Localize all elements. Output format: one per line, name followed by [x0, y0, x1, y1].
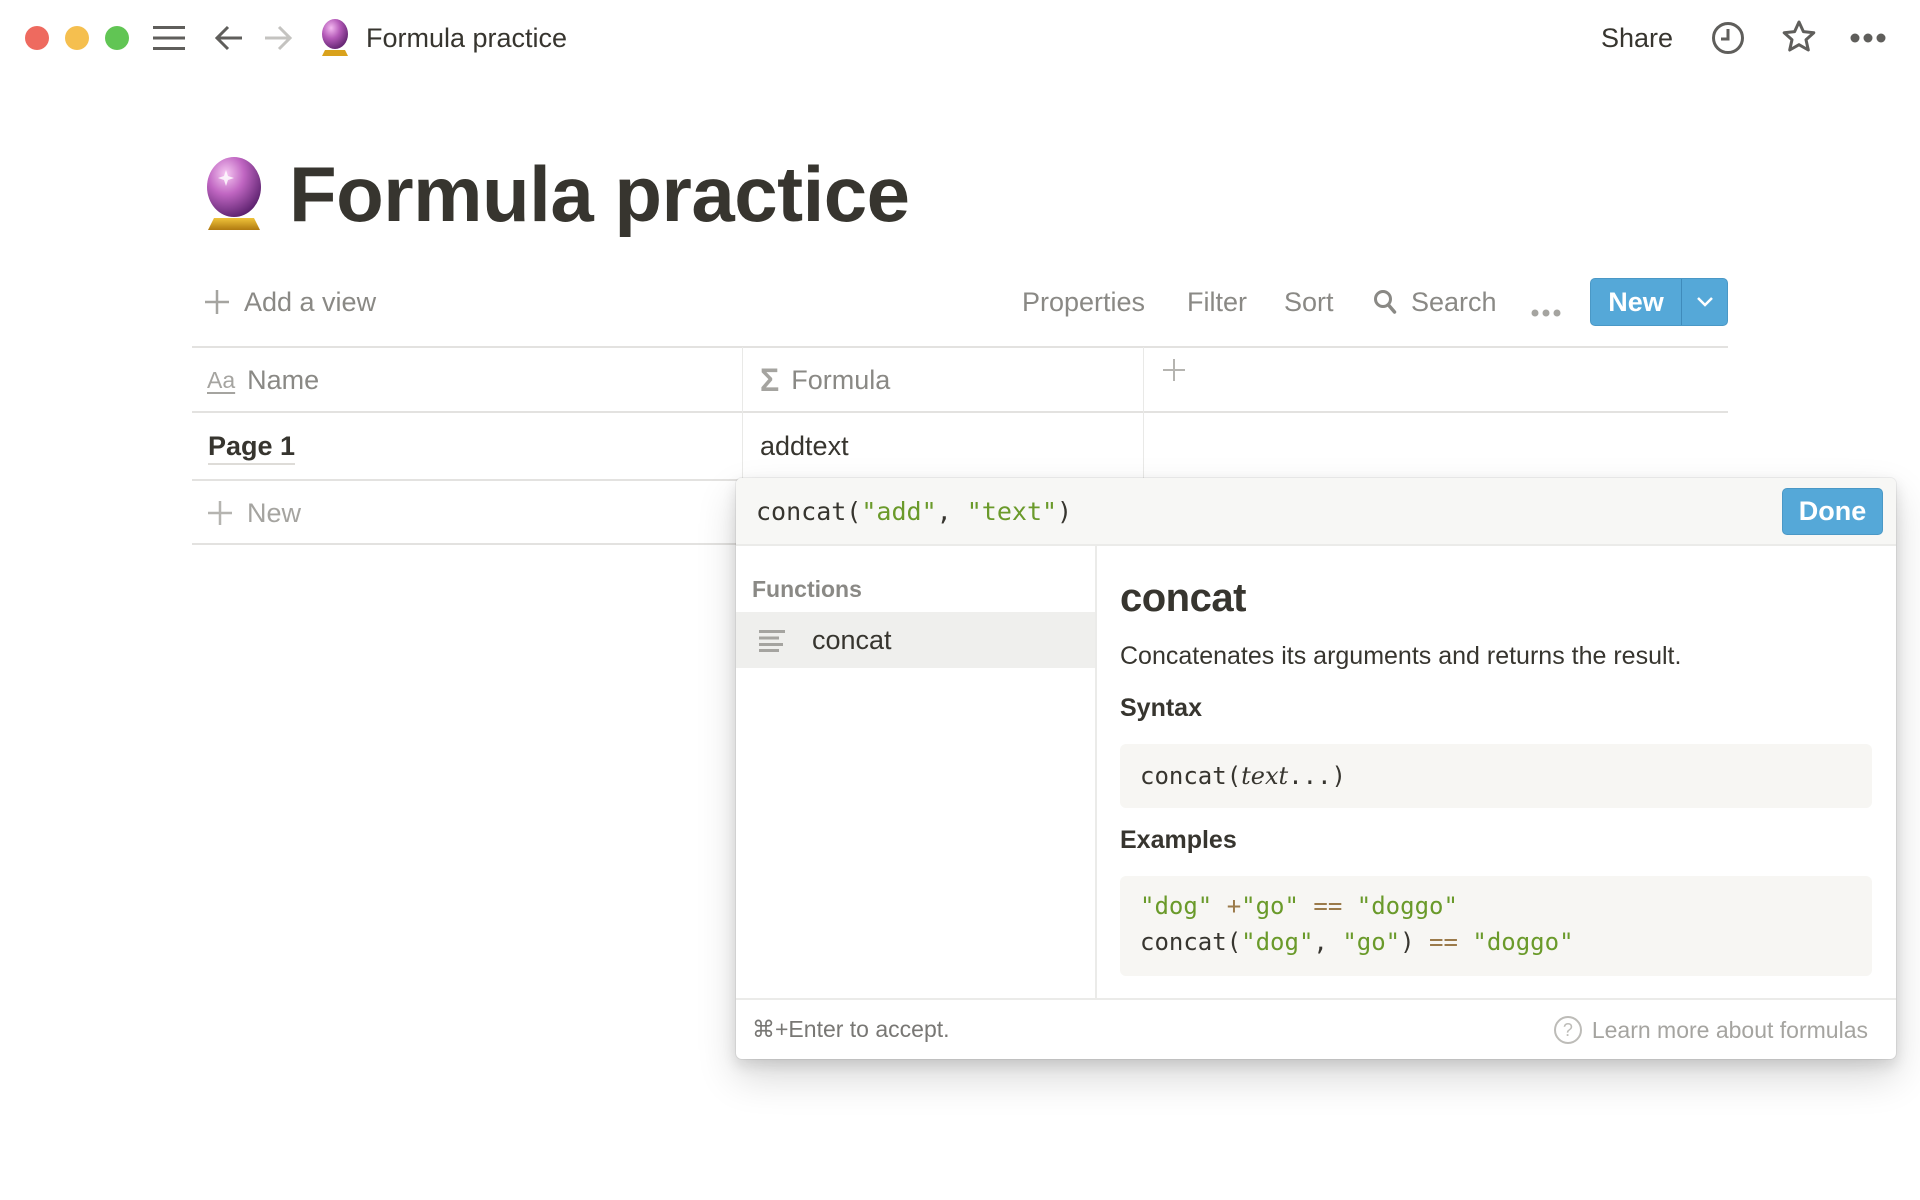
share-button[interactable]: Share	[1601, 20, 1673, 56]
search-label: Search	[1411, 287, 1497, 317]
code-token: "doggo"	[1472, 928, 1574, 956]
page-title[interactable]: Formula practice	[289, 148, 910, 240]
column-divider	[1143, 347, 1144, 479]
page-icon-crystal-ball[interactable]	[202, 156, 266, 232]
function-detail-title: concat	[1120, 576, 1246, 620]
code-token: +	[1226, 892, 1242, 920]
table-header-border	[192, 411, 1728, 413]
functions-header: Functions	[752, 576, 862, 602]
function-item-concat[interactable]: concat	[736, 612, 1095, 668]
text-function-icon	[759, 630, 785, 652]
example-line: concat("dog", "go") == "doggo"	[1140, 924, 1852, 960]
function-item-label: concat	[812, 624, 892, 655]
formula-token: "text"	[966, 497, 1058, 526]
examples-code-block: "dog" +"go" == "doggo" concat("dog", "go"…	[1120, 876, 1872, 976]
plus-icon	[205, 290, 229, 314]
row-formula-cell[interactable]: addtext	[760, 424, 849, 468]
chevron-down-icon	[1696, 297, 1713, 307]
code-token: ==	[1429, 928, 1458, 956]
plus-icon	[1163, 359, 1185, 381]
crystal-ball-icon	[318, 18, 352, 58]
table-top-border	[192, 346, 1728, 348]
code-token: "dog"	[1241, 928, 1314, 956]
window-minimize-button[interactable]	[65, 26, 89, 50]
syntax-heading: Syntax	[1120, 694, 1202, 722]
more-options-icon	[1531, 309, 1561, 317]
done-button[interactable]: Done	[1782, 488, 1883, 535]
add-view-button[interactable]: Add a view	[204, 284, 376, 320]
new-row-button[interactable]: New	[207, 491, 301, 535]
formula-token: )	[1057, 497, 1073, 526]
learn-more-link[interactable]: ? Learn more about formulas	[1553, 1016, 1868, 1044]
search-button[interactable]: Search	[1373, 284, 1497, 320]
code-token: "dog"	[1140, 892, 1213, 920]
view-more-options-button[interactable]	[1531, 292, 1561, 328]
row-name-cell[interactable]: Page 1	[208, 429, 296, 465]
formula-editor-footer: ⌘+Enter to accept. ? Learn more about fo…	[736, 998, 1896, 1059]
filter-button[interactable]: Filter	[1187, 284, 1247, 320]
learn-more-label: Learn more about formulas	[1591, 1016, 1868, 1043]
text-type-icon: Aa	[207, 367, 236, 393]
window-close-button[interactable]	[25, 26, 49, 50]
formula-input[interactable]: concat("add", "text")	[756, 492, 1072, 532]
code-token: "doggo"	[1356, 892, 1458, 920]
more-options-icon[interactable]	[1848, 26, 1888, 50]
new-dropdown-button[interactable]	[1682, 279, 1727, 325]
formula-sigma-icon: Σ	[760, 362, 780, 398]
help-question-icon: ?	[1553, 1016, 1582, 1044]
add-column-button[interactable]	[1162, 358, 1186, 382]
code-token: )	[1400, 928, 1415, 956]
code-token: text	[1241, 762, 1289, 790]
new-row-label: New	[247, 498, 302, 528]
new-button-group: New	[1590, 278, 1728, 326]
formula-token: "add"	[861, 497, 937, 526]
favorite-star-icon[interactable]	[1780, 18, 1818, 56]
code-token: "go"	[1241, 892, 1299, 920]
forward-arrow-icon[interactable]	[261, 22, 295, 54]
accept-shortcut-hint: ⌘+Enter to accept.	[752, 1016, 950, 1042]
function-description: Concatenates its arguments and returns t…	[1120, 642, 1682, 670]
formula-token: concat(	[756, 497, 862, 526]
functions-list: Functions concat	[736, 546, 1097, 998]
table-row[interactable]: Page 1	[208, 424, 296, 468]
examples-heading: Examples	[1120, 826, 1237, 854]
column-header-label: Formula	[791, 365, 891, 395]
window-zoom-button[interactable]	[105, 26, 129, 50]
formula-editor-popup: concat("add", "text") Done Functions con…	[736, 478, 1896, 1059]
history-clock-icon[interactable]	[1710, 20, 1746, 56]
function-detail-pane: concat Concatenates its arguments and re…	[1099, 546, 1896, 998]
back-arrow-icon[interactable]	[212, 22, 246, 54]
add-view-label: Add a view	[244, 287, 377, 317]
breadcrumb-page-title[interactable]: Formula practice	[366, 20, 567, 56]
formula-token: ,	[936, 497, 967, 526]
code-token: concat(	[1140, 762, 1242, 790]
code-token: concat(	[1140, 928, 1242, 956]
properties-button[interactable]: Properties	[1022, 284, 1145, 320]
new-button[interactable]: New	[1591, 279, 1682, 325]
sidebar-menu-icon[interactable]	[152, 22, 186, 54]
code-token: ,	[1313, 928, 1343, 956]
formula-input-bar: concat("add", "text") Done	[736, 478, 1896, 546]
column-header-name[interactable]: Aa Name	[207, 358, 319, 402]
example-line: "dog" +"go" == "doggo"	[1140, 888, 1852, 924]
syntax-code-block: concat(text...)	[1120, 744, 1872, 808]
plus-icon	[208, 501, 232, 525]
code-token: ==	[1313, 892, 1343, 920]
column-header-label: Name	[247, 365, 320, 395]
search-icon	[1374, 290, 1397, 314]
column-header-formula[interactable]: Σ Formula	[760, 358, 890, 402]
code-token: ...)	[1288, 762, 1346, 790]
sort-button[interactable]: Sort	[1284, 284, 1334, 320]
column-divider	[742, 347, 743, 479]
code-token: "go"	[1342, 928, 1401, 956]
